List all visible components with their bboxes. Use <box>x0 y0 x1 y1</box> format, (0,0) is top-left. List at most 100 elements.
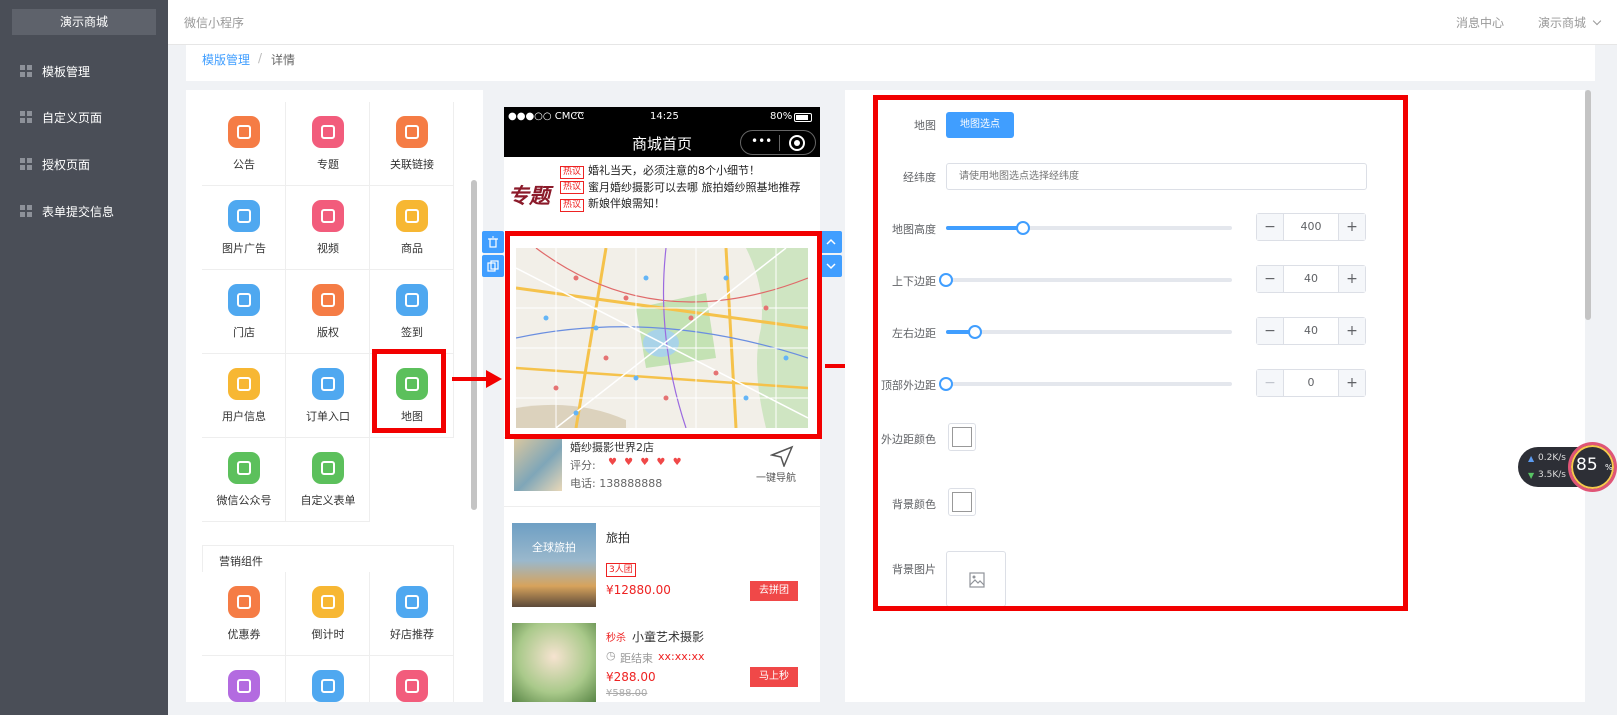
topic-block: 专题 热议 婚礼当天，必须注意的8个小细节！ 热议 蜜月婚纱摄影可以去哪 旅拍婚纱照… <box>504 162 820 232</box>
component-item[interactable]: 倒计时 <box>286 572 370 656</box>
component-item[interactable]: 公告 <box>202 102 286 186</box>
topic-logo: 专题 <box>508 183 550 208</box>
copy-block-button[interactable] <box>482 255 504 277</box>
component-item[interactable]: 订单入口 <box>286 354 370 438</box>
store-rating-label: 评分: <box>570 459 596 472</box>
topic-item[interactable]: 热议 新娘伴娘需知！ <box>560 197 816 212</box>
flash-sale-badge: 秒杀 <box>606 633 626 644</box>
component-item[interactable]: 商品 <box>370 186 454 270</box>
component-item[interactable]: 关联链接 <box>370 102 454 186</box>
badge-icon <box>312 116 344 148</box>
chevron-up-icon <box>826 238 836 245</box>
component-item[interactable] <box>202 656 286 702</box>
upload-speed: 0.2K/s <box>1538 453 1566 463</box>
status-bar: ●●●○○ CMCC ◠ 14:25 80% <box>504 107 820 129</box>
component-label: 门店 <box>233 326 255 339</box>
component-panel-scrollbar[interactable] <box>471 180 477 510</box>
memory-usage-gauge[interactable]: 85% <box>1568 442 1617 492</box>
component-label: 倒计时 <box>311 628 345 641</box>
alarm-icon <box>396 670 428 702</box>
sidebar-item-auth-page[interactable]: 授权页面 <box>0 141 168 187</box>
topic-item[interactable]: 热议 婚礼当天，必须注意的8个小细节！ <box>560 164 816 179</box>
message-center-link[interactable]: 消息中心 <box>1456 14 1504 31</box>
topic-item[interactable]: 热议 蜜月婚纱摄影可以去哪 旅拍婚纱照基地推荐 <box>560 181 816 195</box>
move-up-button[interactable] <box>820 231 842 253</box>
component-label: 商品 <box>401 242 423 255</box>
component-item[interactable]: 微信公众号 <box>202 438 286 522</box>
link-icon <box>396 116 428 148</box>
clipboard-icon <box>312 368 344 400</box>
user-menu[interactable]: 演示商城 <box>1538 14 1602 31</box>
delete-block-button[interactable] <box>482 231 504 253</box>
speaker-icon <box>228 116 260 148</box>
flash-buy-button[interactable]: 马上秒 <box>750 667 798 687</box>
download-arrow-icon: ▼ <box>1528 471 1535 480</box>
countdown-value: xx:xx:xx <box>658 650 705 663</box>
component-item[interactable]: 视频 <box>286 186 370 270</box>
navigation-icon <box>770 445 794 467</box>
carrier-label: ●●●○○ CMCC <box>508 111 585 122</box>
grid-icon <box>20 65 32 77</box>
component-item[interactable]: 门店 <box>202 270 286 354</box>
component-item[interactable]: 签到 <box>370 270 454 354</box>
component-item[interactable]: 优惠券 <box>202 572 286 656</box>
product-card[interactable]: 全球旅拍 旅拍 3人团 ¥12880.00 去拼团 <box>504 515 820 615</box>
store-card[interactable]: 婚纱摄影世界2店 评分: ♥ ♥ ♥ ♥ ♥ 电话: 138888888 一键导… <box>504 437 820 507</box>
image-icon <box>228 200 260 232</box>
group-icon <box>228 670 260 702</box>
chevron-down-icon <box>1592 16 1602 26</box>
component-label: 好店推荐 <box>390 628 434 641</box>
component-item[interactable]: 图片广告 <box>202 186 286 270</box>
copy-icon <box>487 260 499 272</box>
properties-scrollbar[interactable] <box>1585 90 1591 320</box>
app-logo: 演示商城 <box>12 9 156 35</box>
component-item[interactable]: 版权 <box>286 270 370 354</box>
component-label: 微信公众号 <box>216 494 272 507</box>
sidebar-item-label: 自定义页面 <box>42 110 103 125</box>
component-label: 公告 <box>233 158 255 171</box>
wifi-icon: ◠ <box>574 109 584 122</box>
product-image <box>512 623 596 702</box>
phone-nav-bar: 商城首页 ••• <box>504 129 820 157</box>
store-photo <box>514 439 562 491</box>
component-item[interactable] <box>370 656 454 702</box>
sidebar-item-custom-page[interactable]: 自定义页面 <box>0 94 168 140</box>
marketing-components-title: 营销组件 <box>202 545 454 572</box>
upload-arrow-icon: ▲ <box>1528 454 1535 463</box>
navigate-button[interactable]: 一键导航 <box>756 469 796 484</box>
more-icon: ••• <box>751 134 773 148</box>
component-label: 版权 <box>317 326 339 339</box>
capsule-menu[interactable]: ••• <box>740 130 816 155</box>
component-item[interactable]: 专题 <box>286 102 370 186</box>
breadcrumb-template-manage[interactable]: 模版管理 <box>202 51 250 68</box>
sidebar-item-form-submissions[interactable]: 表单提交信息 <box>0 188 168 234</box>
shop-icon <box>396 586 428 618</box>
store-phone: 电话: 138888888 <box>570 477 663 490</box>
product-card[interactable]: 秒杀 小童艺术摄影 ◷ 距结束 xx:xx:xx ¥288.00 ¥588.00… <box>504 615 820 702</box>
arrow-right-icon <box>452 370 502 388</box>
component-item[interactable]: 用户信息 <box>202 354 286 438</box>
component-label: 优惠券 <box>227 628 261 641</box>
properties-highlight <box>873 95 1408 611</box>
product-name: 小童艺术摄影 <box>632 630 705 644</box>
component-label: 用户信息 <box>222 410 266 423</box>
user-card-icon <box>228 368 260 400</box>
bag-icon <box>396 200 428 232</box>
original-price: ¥588.00 <box>606 688 648 699</box>
group-buy-button[interactable]: 去拼团 <box>750 581 798 601</box>
product-image: 全球旅拍 <box>512 523 596 607</box>
battery-icon <box>794 113 812 122</box>
coupon-icon <box>228 586 260 618</box>
memory-percent: 85 <box>1576 455 1598 475</box>
component-item[interactable] <box>286 656 370 702</box>
component-label: 专题 <box>317 158 339 171</box>
move-down-button[interactable] <box>820 255 842 277</box>
component-label: 关联链接 <box>390 158 434 171</box>
sidebar-item-template-manage[interactable]: 模板管理 <box>0 48 168 94</box>
calendar-icon <box>312 670 344 702</box>
component-item[interactable]: 好店推荐 <box>370 572 454 656</box>
sidebar-item-label: 表单提交信息 <box>42 204 115 219</box>
copyright-icon <box>312 284 344 316</box>
component-item[interactable]: 自定义表单 <box>286 438 370 522</box>
pencil-icon <box>396 284 428 316</box>
